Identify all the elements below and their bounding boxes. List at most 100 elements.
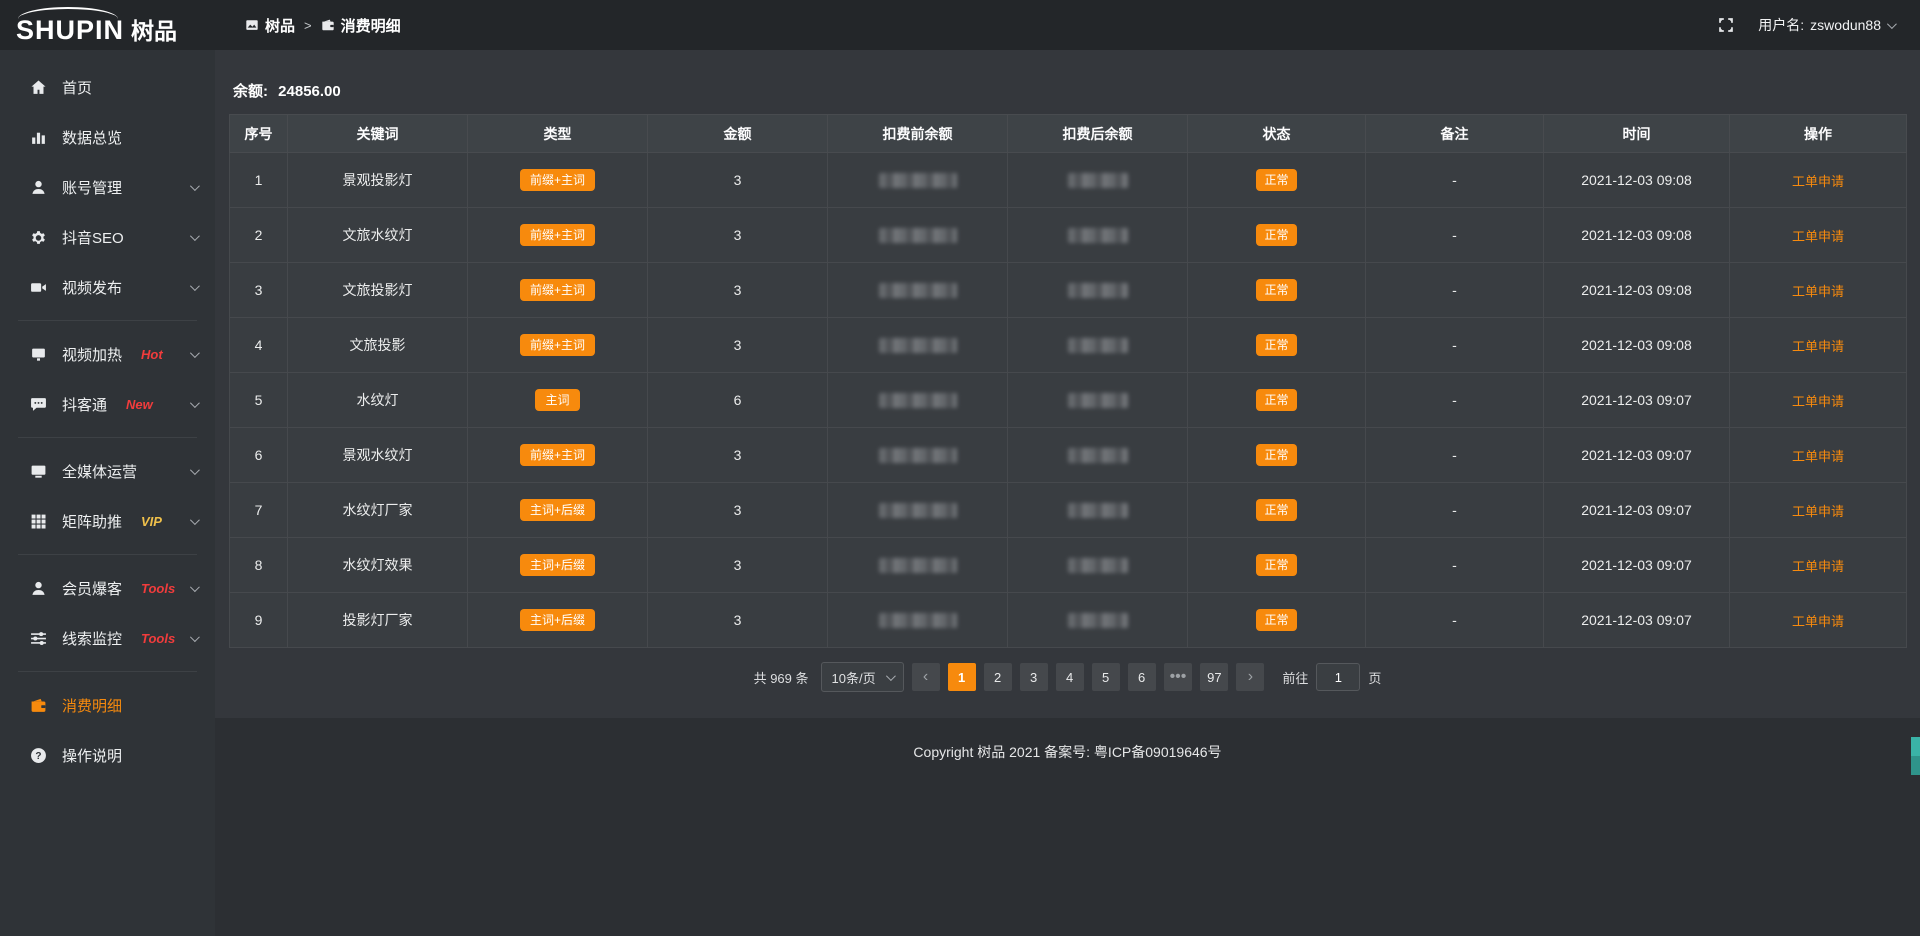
sidebar-item-video-heat[interactable]: 视频加热 Hot [0, 329, 215, 379]
sidebar-nav: 首页 数据总览 账号管理 抖音SEO 视频发布 视频加热 Hot 抖客通 New… [0, 62, 215, 780]
status-badge: 正常 [1256, 279, 1296, 301]
work-order-link[interactable]: 工单申请 [1792, 559, 1844, 574]
breadcrumb-root[interactable]: 树品 [245, 15, 295, 36]
col-type: 类型 [468, 115, 648, 153]
work-order-link[interactable]: 工单申请 [1792, 449, 1844, 464]
blurred-value [879, 448, 957, 463]
sidebar-item-consume-detail[interactable]: 消费明细 [0, 680, 215, 730]
sidebar-item-home[interactable]: 首页 [0, 62, 215, 112]
sidebar-item-label: 会员爆客 [62, 578, 122, 599]
blurred-value [1068, 283, 1128, 298]
col-amount: 金额 [648, 115, 828, 153]
sidebar-item-label: 矩阵助推 [62, 511, 122, 532]
work-order-link[interactable]: 工单申请 [1792, 229, 1844, 244]
user-menu[interactable]: 用户名: zswodun88 [1758, 15, 1894, 35]
type-badge: 前缀+主词 [520, 334, 595, 356]
sidebar-item-member-burst[interactable]: 会员爆客 Tools [0, 563, 215, 613]
consume-table: 序号 关键词 类型 金额 扣费前余额 扣费后余额 状态 备注 时间 操作 1 景… [229, 114, 1907, 648]
page-size-select[interactable]: 10条/页 [821, 662, 904, 692]
cell-action: 工单申请 [1730, 373, 1907, 428]
video-icon [30, 279, 47, 296]
sidebar-item-label: 全媒体运营 [62, 461, 137, 482]
chevron-down-icon [190, 515, 200, 525]
cell-keyword: 文旅水纹灯 [288, 208, 468, 263]
cell-status: 正常 [1188, 483, 1366, 538]
work-order-link[interactable]: 工单申请 [1792, 394, 1844, 409]
cell-type: 主词+后缀 [468, 483, 648, 538]
cell-type: 前缀+主词 [468, 428, 648, 483]
sliders-icon [30, 630, 47, 647]
cell-status: 正常 [1188, 263, 1366, 318]
sidebar-item-douyin-seo[interactable]: 抖音SEO [0, 212, 215, 262]
cell-action: 工单申请 [1730, 153, 1907, 208]
blurred-value [879, 503, 957, 518]
blurred-value [1068, 393, 1128, 408]
blurred-value [1068, 338, 1128, 353]
cell-time: 2021-12-03 09:08 [1544, 318, 1730, 373]
table-row: 9 投影灯厂家 主词+后缀 3 正常 - 2021-12-03 09:07 工单… [230, 593, 1907, 648]
sidebar-item-matrix-boost[interactable]: 矩阵助推 VIP [0, 496, 215, 546]
cell-status: 正常 [1188, 318, 1366, 373]
table-row: 8 水纹灯效果 主词+后缀 3 正常 - 2021-12-03 09:07 工单… [230, 538, 1907, 593]
cell-amount: 3 [648, 483, 828, 538]
chevron-down-icon [190, 582, 200, 592]
work-order-link[interactable]: 工单申请 [1792, 504, 1844, 519]
cell-index: 1 [230, 153, 288, 208]
username-value: zswodun88 [1810, 17, 1881, 33]
sidebar-item-account[interactable]: 账号管理 [0, 162, 215, 212]
cell-amount: 3 [648, 318, 828, 373]
sidebar-item-tag: Tools [141, 581, 175, 596]
page-button-1[interactable]: 1 [948, 663, 976, 691]
sidebar-divider [18, 554, 197, 555]
cell-post-balance [1008, 483, 1188, 538]
sidebar-item-media-ops[interactable]: 全媒体运营 [0, 446, 215, 496]
page-button-5[interactable]: 5 [1092, 663, 1120, 691]
work-order-link[interactable]: 工单申请 [1792, 339, 1844, 354]
page-button-last[interactable]: 97 [1200, 663, 1228, 691]
breadcrumb-current[interactable]: 消费明细 [321, 15, 401, 36]
sidebar-divider [18, 437, 197, 438]
blurred-value [1068, 558, 1128, 573]
more-pages-button[interactable]: ••• [1164, 663, 1193, 691]
work-order-link[interactable]: 工单申请 [1792, 284, 1844, 299]
username-label: 用户名: [1758, 15, 1804, 35]
cell-index: 8 [230, 538, 288, 593]
blurred-value [1068, 448, 1128, 463]
blurred-value [1068, 173, 1128, 188]
cell-amount: 3 [648, 593, 828, 648]
app-logo[interactable]: SHUPIN 树品 [0, 7, 215, 44]
blurred-value [1068, 613, 1128, 628]
cell-status: 正常 [1188, 153, 1366, 208]
sidebar-item-label: 抖音SEO [62, 227, 124, 248]
sidebar-item-label: 视频发布 [62, 277, 122, 298]
goto-unit: 页 [1368, 668, 1381, 687]
sidebar-item-data-overview[interactable]: 数据总览 [0, 112, 215, 162]
grid-icon [30, 513, 47, 530]
prev-page-button[interactable]: ‹ [912, 663, 940, 691]
cell-time: 2021-12-03 09:08 [1544, 153, 1730, 208]
fullscreen-icon[interactable] [1718, 17, 1734, 33]
blurred-value [879, 228, 957, 243]
sidebar-item-video-publish[interactable]: 视频发布 [0, 262, 215, 312]
cell-amount: 3 [648, 153, 828, 208]
cell-remark: - [1366, 153, 1544, 208]
table-row: 6 景观水纹灯 前缀+主词 3 正常 - 2021-12-03 09:07 工单… [230, 428, 1907, 483]
next-page-button[interactable]: › [1236, 663, 1264, 691]
page-button-4[interactable]: 4 [1056, 663, 1084, 691]
cell-pre-balance [828, 373, 1008, 428]
work-order-link[interactable]: 工单申请 [1792, 614, 1844, 629]
sidebar-item-douketong[interactable]: 抖客通 New [0, 379, 215, 429]
cell-post-balance [1008, 263, 1188, 318]
goto-page-input[interactable] [1316, 663, 1360, 691]
cell-remark: - [1366, 593, 1544, 648]
sidebar-item-leads-monitor[interactable]: 线索监控 Tools [0, 613, 215, 663]
cell-post-balance [1008, 373, 1188, 428]
sidebar-item-tag: Tools [141, 631, 175, 646]
page-button-6[interactable]: 6 [1128, 663, 1156, 691]
page-button-3[interactable]: 3 [1020, 663, 1048, 691]
user-icon [30, 580, 47, 597]
floating-widget[interactable] [1911, 737, 1920, 775]
work-order-link[interactable]: 工单申请 [1792, 174, 1844, 189]
sidebar-item-help[interactable]: ? 操作说明 [0, 730, 215, 780]
page-button-2[interactable]: 2 [984, 663, 1012, 691]
